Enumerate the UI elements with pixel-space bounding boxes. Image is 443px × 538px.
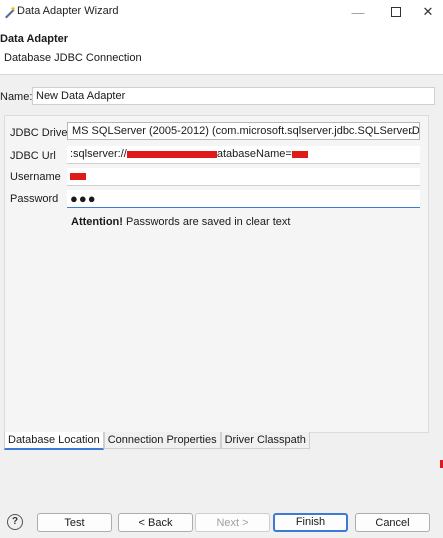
redacted-username — [70, 172, 86, 180]
password-label: Password — [10, 193, 59, 205]
test-button[interactable]: Test — [37, 513, 112, 532]
jdbc-url-label: JDBC Url — [10, 150, 56, 162]
name-input[interactable]: New Data Adapter — [32, 87, 435, 105]
chevron-down-icon: ⌄ — [407, 126, 415, 136]
jdbc-driver-value: MS SQLServer (2005-2012) (com.microsoft.… — [72, 125, 420, 137]
cancel-button[interactable]: Cancel — [355, 513, 430, 532]
attention-label: Attention! — [71, 216, 123, 228]
password-warning: Attention! Passwords are saved in clear … — [71, 216, 290, 228]
close-button[interactable]: ✕ — [413, 0, 443, 24]
attention-text: Passwords are saved in clear text — [122, 216, 291, 228]
redacted-host — [126, 150, 217, 158]
page-title: Data Adapter — [0, 33, 69, 45]
help-icon[interactable]: ? — [7, 514, 23, 530]
back-button[interactable]: < Back — [118, 513, 193, 532]
tab-connection-properties[interactable]: Connection Properties — [103, 432, 221, 449]
tab-driver-classpath[interactable]: Driver Classpath — [220, 432, 310, 449]
jdbc-url-input[interactable]: :sqlserver:// atabaseName= — [67, 146, 420, 164]
maximize-icon — [391, 7, 401, 17]
username-label: Username — [10, 171, 61, 183]
jdbc-driver-select[interactable]: MS SQLServer (2005-2012) (com.microsoft.… — [67, 122, 420, 140]
window-title: Data Adapter Wizard — [17, 5, 119, 17]
finish-button[interactable]: Finish — [273, 513, 348, 532]
username-input[interactable] — [67, 168, 420, 186]
minimize-button[interactable]: — — [343, 0, 373, 24]
wizard-icon — [5, 6, 16, 19]
page-description: Database JDBC Connection — [4, 52, 142, 64]
tab-database-location[interactable]: Database Location — [4, 432, 104, 450]
next-button[interactable]: Next > — [195, 513, 270, 532]
jdbc-url-prefix: :sqlserver:// — [70, 148, 127, 160]
password-input[interactable]: ●●● — [67, 190, 420, 208]
tab-bar: Database Location Connection Properties … — [4, 432, 310, 450]
password-dots: ●●● — [70, 191, 97, 206]
name-label: Name: — [0, 91, 33, 103]
jdbc-driver-label: JDBC Driver — [10, 127, 72, 139]
title-bar: Data Adapter Wizard — ✕ — [0, 0, 443, 24]
maximize-button[interactable] — [381, 0, 411, 24]
redacted-database — [291, 150, 308, 158]
wizard-header: Data Adapter Database JDBC Connection — [0, 24, 443, 75]
jdbc-url-suffix: atabaseName= — [216, 148, 292, 160]
